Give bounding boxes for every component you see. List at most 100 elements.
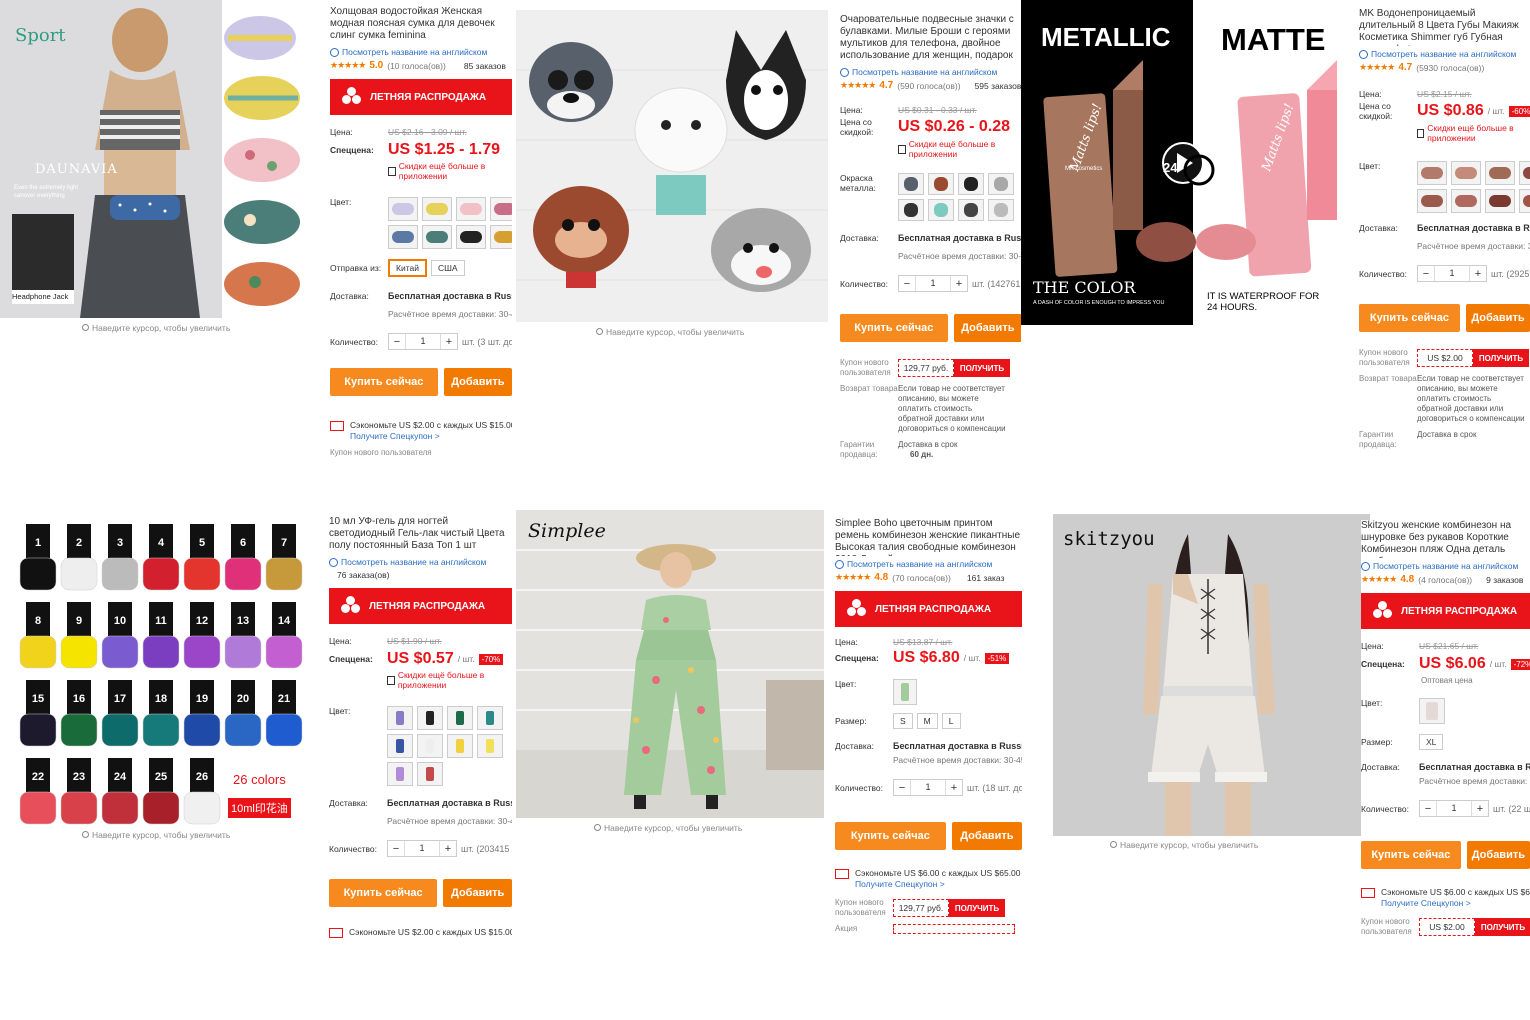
votes[interactable]: (4 голоса(ов)): [1418, 575, 1472, 585]
size-option-xl[interactable]: XL: [1419, 734, 1444, 750]
swatch[interactable]: [1417, 189, 1447, 213]
buy-now-button[interactable]: Купить сейчас: [329, 879, 438, 907]
free-shipping[interactable]: Бесплатная доставка в Russian Federation: [1419, 762, 1530, 772]
product-title[interactable]: Simplee Boho цветочным принтом ремень ко…: [835, 518, 1022, 556]
minus-button[interactable]: −: [389, 336, 405, 348]
get-coupon-link[interactable]: Получите Спецкупон >: [350, 431, 440, 441]
quantity-input[interactable]: 1: [915, 276, 951, 291]
votes[interactable]: (70 голоса(ов)): [892, 573, 951, 583]
buy-now-button[interactable]: Купить сейчас: [330, 368, 438, 396]
quantity-input[interactable]: 1: [404, 841, 440, 856]
swatch[interactable]: [1417, 161, 1447, 185]
translate-link[interactable]: Посмотреть название на английском: [1361, 561, 1530, 571]
free-shipping[interactable]: Бесплатная доставка в Russian Federation: [1417, 223, 1530, 233]
swatch[interactable]: [417, 706, 443, 730]
free-shipping[interactable]: Бесплатная доставка в Russian Federation: [898, 233, 1022, 243]
size-option-s[interactable]: S: [893, 713, 913, 729]
more-discounts[interactable]: Скидки ещё больше в приложении: [399, 161, 512, 181]
buy-now-button[interactable]: Купить сейчас: [1359, 304, 1460, 332]
add-to-cart-button[interactable]: Добавить: [1466, 841, 1530, 869]
quantity-input[interactable]: 1: [405, 334, 441, 349]
translate-link[interactable]: Посмотреть название на английском: [840, 67, 1022, 77]
translate-link[interactable]: Посмотреть название на английском: [1359, 49, 1530, 59]
swatch[interactable]: [388, 225, 418, 249]
get-coupon-button[interactable]: ПОЛУЧИТЬ: [1475, 918, 1530, 936]
get-coupon-button[interactable]: ПОЛУЧИТЬ: [949, 899, 1005, 917]
free-shipping[interactable]: Бесплатная доставка в Russian Federation: [893, 741, 1022, 751]
add-to-cart-button[interactable]: Добавить: [951, 822, 1022, 850]
more-discounts[interactable]: Скидки ещё больше в приложении: [1427, 123, 1530, 143]
more-discounts[interactable]: Скидки ещё больше в приложении: [909, 139, 1022, 159]
swatch[interactable]: [456, 197, 486, 221]
swatch[interactable]: [387, 762, 413, 786]
swatch[interactable]: [928, 173, 954, 195]
product-title[interactable]: Skitzyou женские комбинезон на шнуровке …: [1361, 520, 1530, 558]
ship-option-china[interactable]: Китай: [388, 259, 427, 277]
swatch[interactable]: [928, 199, 954, 221]
translate-link[interactable]: Посмотреть название на английском: [835, 559, 1022, 569]
quantity-input[interactable]: 1: [1434, 266, 1470, 281]
swatch[interactable]: [387, 706, 413, 730]
swatch[interactable]: [958, 173, 984, 195]
product-image-3[interactable]: METALLIC MATTE Matts lips! Matts lips! M…: [1021, 0, 1346, 325]
add-to-cart-button[interactable]: Добавить: [1465, 304, 1530, 332]
plus-button[interactable]: +: [946, 782, 962, 794]
product-title[interactable]: 10 мл УФ-гель для ногтей светодиодный Ге…: [329, 516, 512, 554]
swatch[interactable]: [447, 734, 473, 758]
swatch[interactable]: [477, 706, 503, 730]
buy-now-button[interactable]: Купить сейчас: [840, 314, 948, 342]
swatch[interactable]: [898, 199, 924, 221]
swatch[interactable]: [456, 225, 486, 249]
quantity-input[interactable]: 1: [910, 780, 946, 795]
swatch[interactable]: [893, 679, 917, 705]
plus-button[interactable]: +: [951, 278, 967, 290]
swatch[interactable]: [1419, 698, 1445, 724]
swatch[interactable]: [447, 706, 473, 730]
add-to-cart-button[interactable]: Добавить: [443, 368, 512, 396]
votes[interactable]: (5930 голоса(ов)): [1416, 63, 1484, 73]
plus-button[interactable]: +: [1472, 803, 1488, 815]
product-image-1[interactable]: Sport DAUNAVIA Even the extremely light …: [0, 0, 318, 318]
minus-button[interactable]: −: [388, 843, 404, 855]
swatch[interactable]: [1451, 161, 1481, 185]
swatch[interactable]: [417, 762, 443, 786]
votes[interactable]: (590 голоса(ов)): [897, 81, 960, 91]
quantity-input[interactable]: 1: [1436, 801, 1472, 816]
swatch[interactable]: [988, 173, 1014, 195]
swatch[interactable]: [477, 734, 503, 758]
votes[interactable]: (10 голоса(ов)): [387, 61, 446, 71]
product-title[interactable]: Очаровательные подвесные значки с булавк…: [840, 14, 1022, 64]
add-to-cart-button[interactable]: Добавить: [953, 314, 1022, 342]
product-title[interactable]: MK Водонепроницаемый длительный 8 Цвета …: [1359, 8, 1530, 46]
swatch[interactable]: [422, 197, 452, 221]
buy-now-button[interactable]: Купить сейчас: [835, 822, 946, 850]
ship-option-usa[interactable]: США: [430, 260, 465, 276]
buy-now-button[interactable]: Купить сейчас: [1361, 841, 1461, 869]
product-image-4[interactable]: 1 2 3 4 5 6 7 8 9 10 11 12 13 14 15 16 17 18 19 20 21 22 23 24 2…: [0, 514, 316, 830]
product-image-2[interactable]: [516, 10, 828, 322]
plus-button[interactable]: +: [440, 843, 456, 855]
swatch[interactable]: [387, 734, 413, 758]
swatch[interactable]: [490, 197, 512, 221]
get-coupon-link[interactable]: Получите Спецкупон >: [855, 879, 945, 889]
swatch[interactable]: [417, 734, 443, 758]
add-to-cart-button[interactable]: Добавить: [443, 879, 512, 907]
size-option-m[interactable]: M: [916, 713, 938, 729]
swatch[interactable]: [1485, 161, 1515, 185]
translate-link[interactable]: Посмотреть название на английском: [330, 47, 512, 57]
more-discounts[interactable]: Скидки ещё больше в приложении: [398, 670, 512, 690]
minus-button[interactable]: −: [894, 782, 910, 794]
plus-button[interactable]: +: [1470, 268, 1486, 280]
swatch[interactable]: [898, 173, 924, 195]
minus-button[interactable]: −: [1420, 803, 1436, 815]
swatch[interactable]: [422, 225, 452, 249]
translate-link[interactable]: Посмотреть название на английском: [329, 557, 512, 567]
swatch[interactable]: [988, 199, 1014, 221]
product-image-5[interactable]: Simplee: [516, 510, 824, 818]
free-shipping[interactable]: Бесплатная доставка в Russian Federation: [387, 798, 512, 808]
get-coupon-button[interactable]: ПОЛУЧИТЬ: [954, 359, 1010, 377]
minus-button[interactable]: −: [899, 278, 915, 290]
get-coupon-button[interactable]: ПОЛУЧИТЬ: [1473, 349, 1529, 367]
swatch[interactable]: [490, 225, 512, 249]
swatch[interactable]: [1519, 161, 1530, 185]
